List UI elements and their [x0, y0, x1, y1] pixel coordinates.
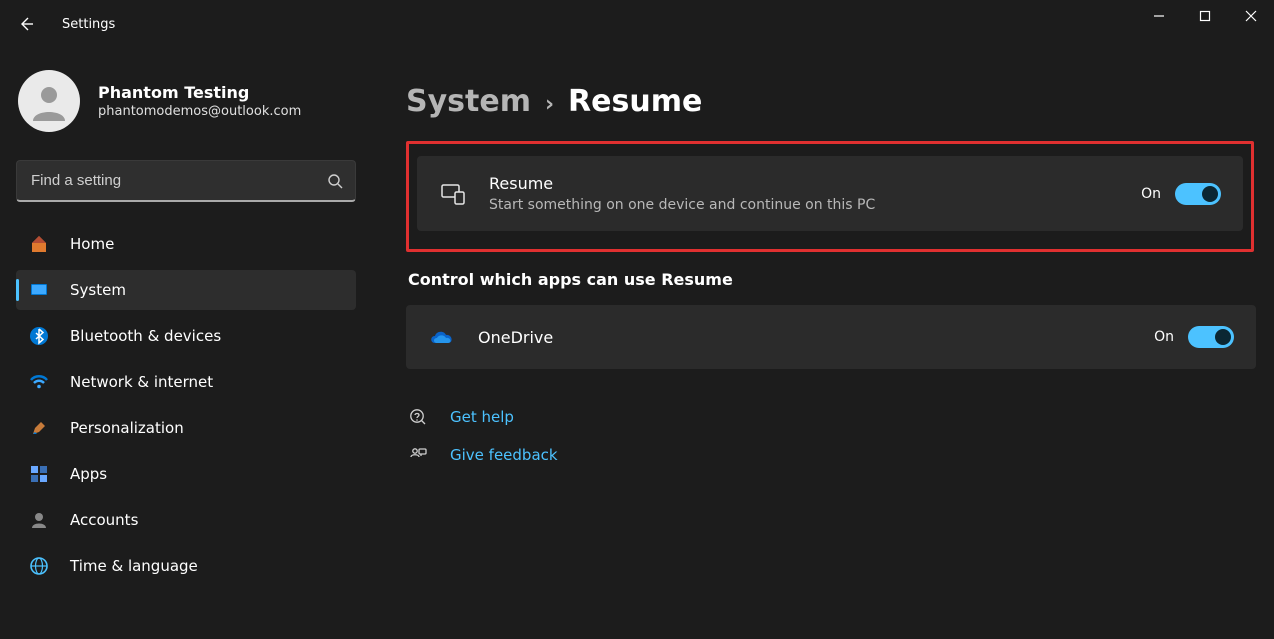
sidebar-item-apps[interactable]: Apps [16, 454, 356, 494]
breadcrumb-current: Resume [568, 84, 702, 119]
sidebar-item-network[interactable]: Network & internet [16, 362, 356, 402]
sidebar-item-personalization[interactable]: Personalization [16, 408, 356, 448]
resume-card-title: Resume [489, 174, 1119, 193]
profile-name: Phantom Testing [98, 83, 301, 102]
resume-card: Resume Start something on one device and… [417, 156, 1243, 231]
sidebar-item-label: Apps [70, 465, 107, 483]
globe-clock-icon [28, 555, 50, 577]
feedback-icon [408, 445, 428, 465]
sidebar-item-time-language[interactable]: Time & language [16, 546, 356, 586]
sidebar-item-label: Network & internet [70, 373, 213, 391]
sidebar-item-bluetooth[interactable]: Bluetooth & devices [16, 316, 356, 356]
minimize-button[interactable] [1136, 0, 1182, 32]
apps-section-heading: Control which apps can use Resume [408, 270, 1256, 289]
sidebar-item-label: System [70, 281, 126, 299]
sidebar-nav: Home System Bluetooth & devices Network … [16, 224, 356, 586]
wifi-icon [28, 371, 50, 393]
app-card-onedrive: OneDrive On [406, 305, 1256, 369]
sidebar-item-label: Personalization [70, 419, 184, 437]
maximize-icon [1199, 10, 1211, 22]
search-box[interactable] [16, 160, 356, 202]
profile-email: phantomodemos@outlook.com [98, 104, 301, 119]
sidebar: Phantom Testing phantomodemos@outlook.co… [0, 48, 370, 639]
sidebar-item-label: Accounts [70, 511, 138, 529]
sidebar-item-label: Time & language [70, 557, 198, 575]
sidebar-item-system[interactable]: System [16, 270, 356, 310]
search-icon [327, 173, 343, 189]
back-button[interactable] [12, 10, 40, 38]
profile-block[interactable]: Phantom Testing phantomodemos@outlook.co… [18, 70, 356, 132]
accounts-icon [28, 509, 50, 531]
close-icon [1245, 10, 1257, 22]
sidebar-item-accounts[interactable]: Accounts [16, 500, 356, 540]
profile-text: Phantom Testing phantomodemos@outlook.co… [98, 83, 301, 119]
onedrive-toggle[interactable] [1188, 326, 1234, 348]
system-icon [28, 279, 50, 301]
sidebar-item-label: Home [70, 235, 114, 253]
onedrive-toggle-label: On [1154, 329, 1174, 345]
breadcrumb-parent[interactable]: System [406, 84, 531, 119]
chevron-right-icon: › [545, 92, 554, 117]
breadcrumb: System › Resume [406, 84, 1256, 119]
resume-toggle-label: On [1141, 186, 1161, 202]
window-controls [1136, 0, 1274, 48]
bluetooth-icon [28, 325, 50, 347]
titlebar-left: Settings [12, 10, 115, 38]
resume-card-text: Resume Start something on one device and… [489, 174, 1119, 213]
highlight-annotation: Resume Start something on one device and… [406, 141, 1254, 252]
app-card-text: OneDrive [478, 328, 1132, 347]
get-help-row: Get help [408, 407, 1256, 427]
close-button[interactable] [1228, 0, 1274, 32]
home-icon [28, 233, 50, 255]
arrow-left-icon [18, 16, 34, 32]
help-icon [408, 407, 428, 427]
person-icon [27, 79, 71, 123]
sidebar-item-label: Bluetooth & devices [70, 327, 221, 345]
resume-card-subtitle: Start something on one device and contin… [489, 197, 1119, 213]
apps-icon [28, 463, 50, 485]
devices-icon [439, 180, 467, 208]
sidebar-item-home[interactable]: Home [16, 224, 356, 264]
resume-toggle[interactable] [1175, 183, 1221, 205]
minimize-icon [1153, 10, 1165, 22]
app-name: OneDrive [478, 328, 1132, 347]
resume-toggle-group: On [1141, 183, 1221, 205]
maximize-button[interactable] [1182, 0, 1228, 32]
give-feedback-link[interactable]: Give feedback [450, 446, 558, 464]
onedrive-icon [428, 323, 456, 351]
main-content: System › Resume Resume Start something o… [370, 48, 1274, 639]
onedrive-toggle-group: On [1154, 326, 1234, 348]
paintbrush-icon [28, 417, 50, 439]
give-feedback-row: Give feedback [408, 445, 1256, 465]
footer-links: Get help Give feedback [406, 407, 1256, 465]
avatar [18, 70, 80, 132]
window-title: Settings [62, 17, 115, 32]
titlebar: Settings [0, 0, 1274, 48]
get-help-link[interactable]: Get help [450, 408, 514, 426]
search-input[interactable] [29, 171, 317, 190]
